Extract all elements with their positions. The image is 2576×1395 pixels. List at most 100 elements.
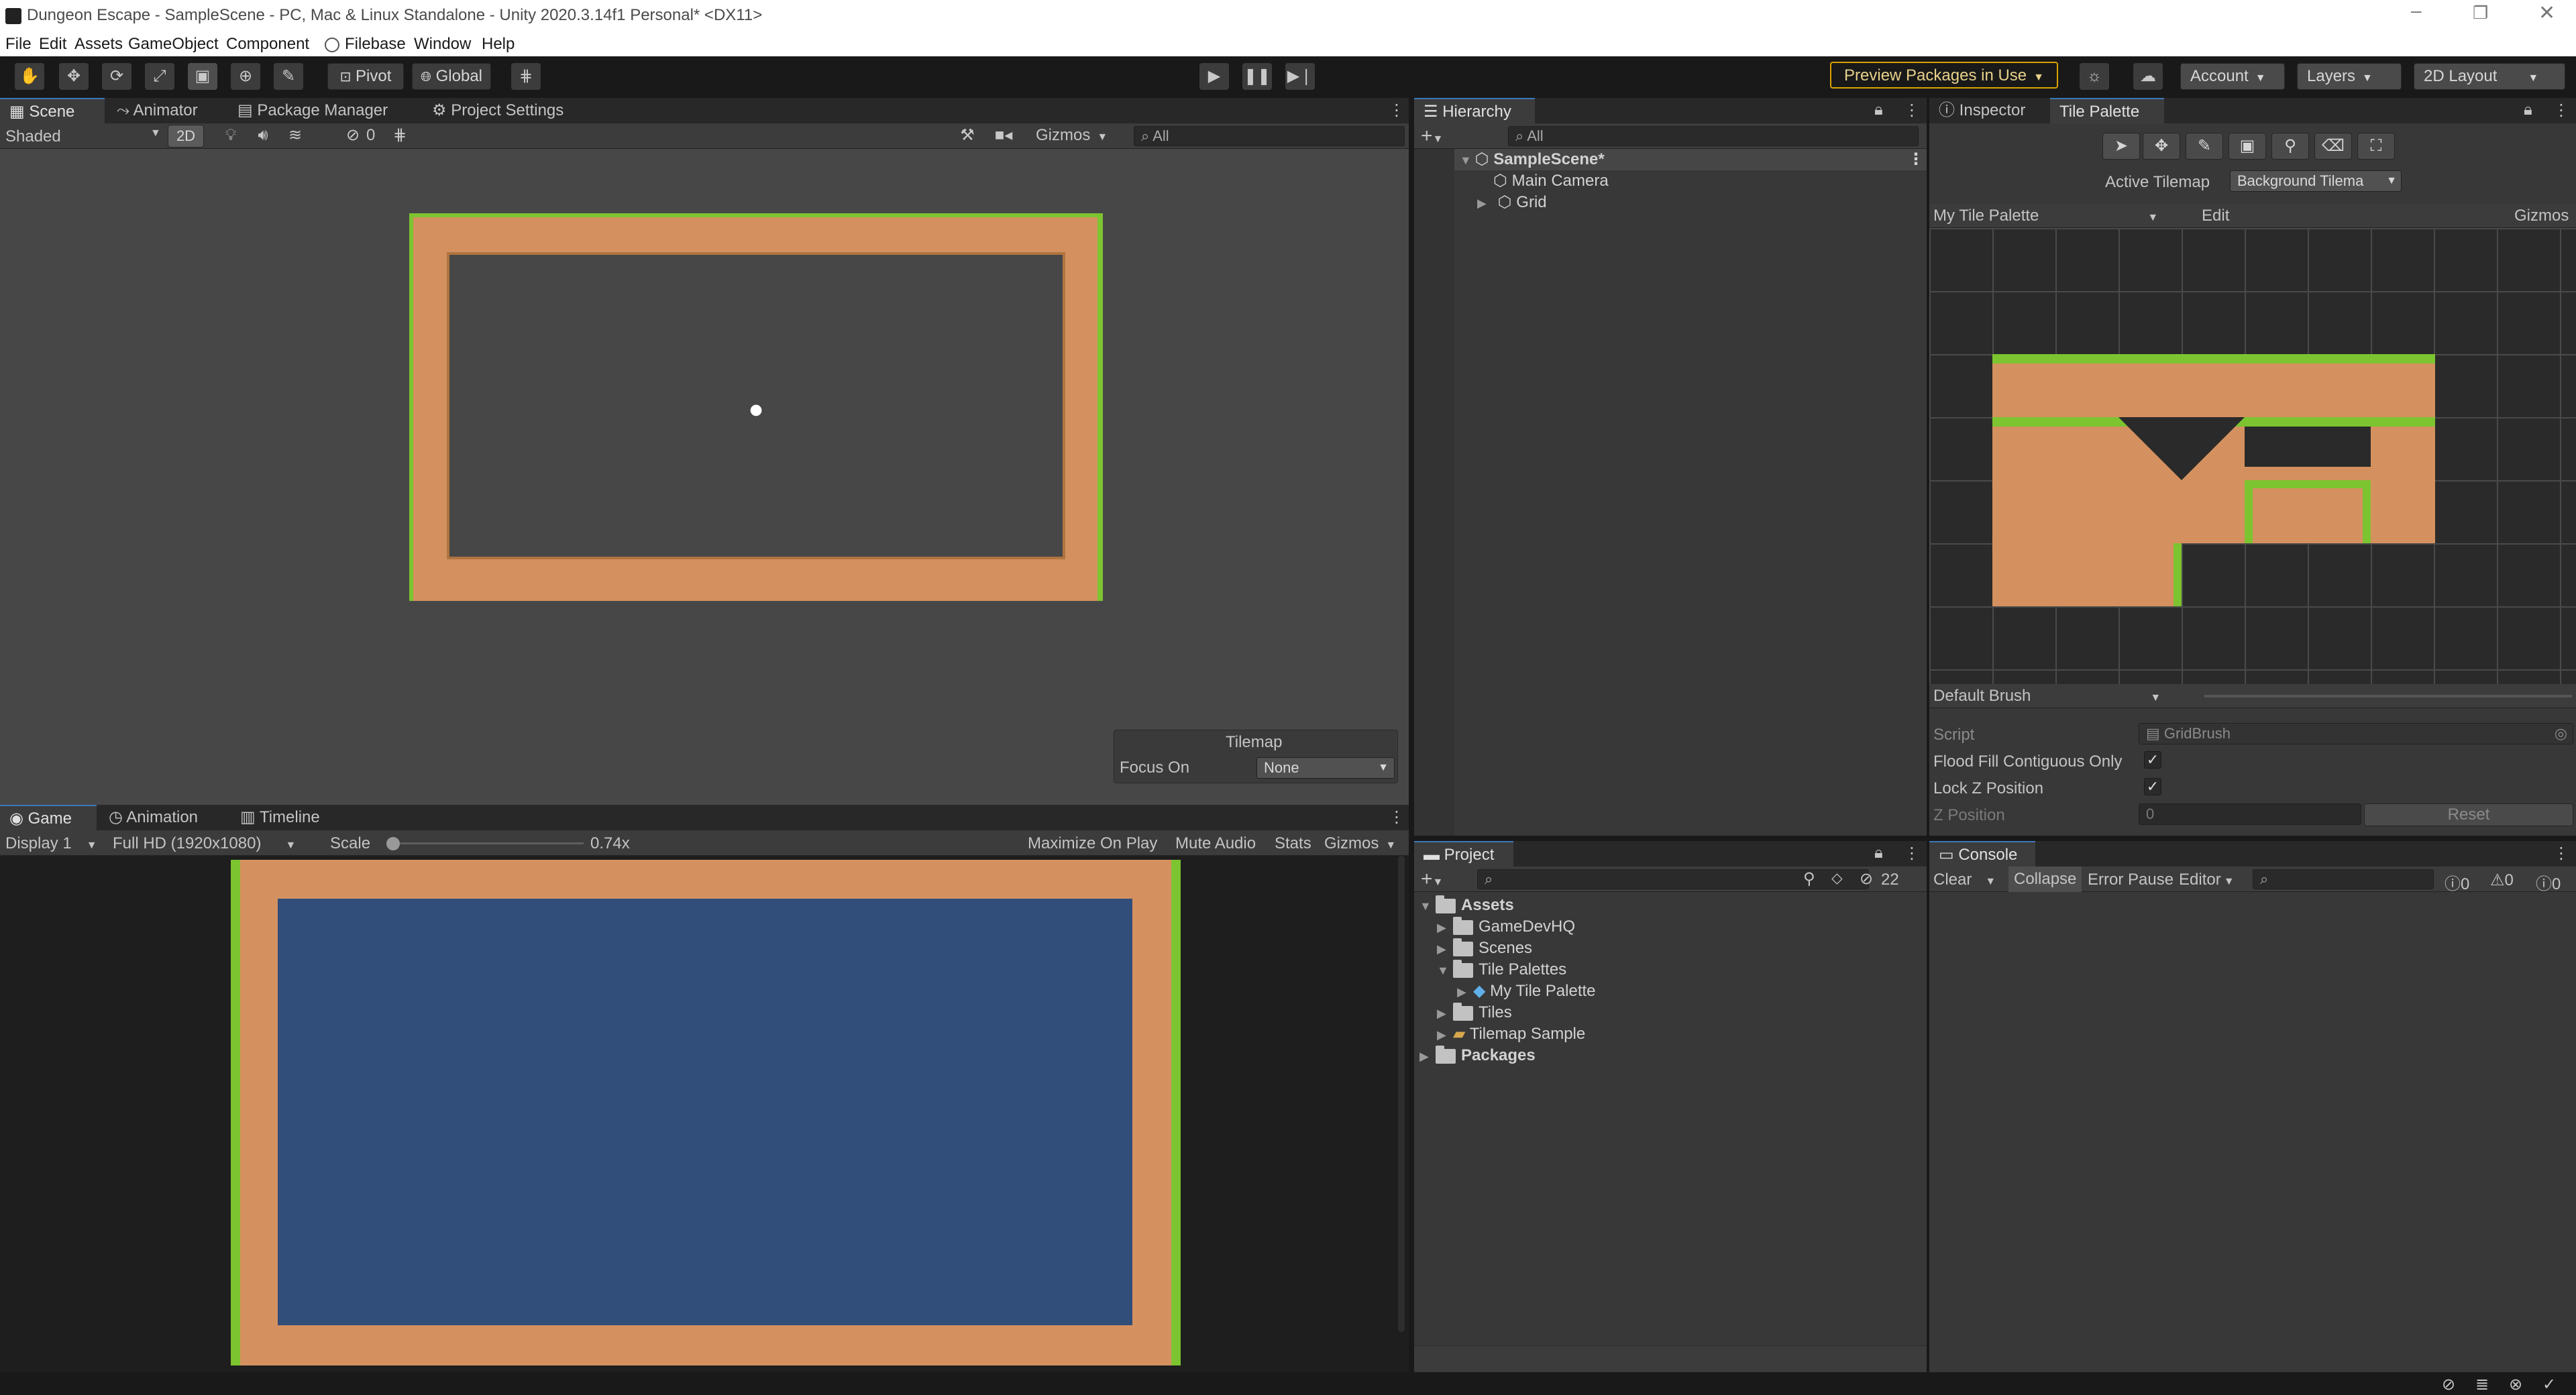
maximize-on-play-toggle[interactable]: Maximize On Play: [1028, 834, 1157, 853]
game-viewport[interactable]: [0, 856, 1409, 1372]
error-pause-toggle[interactable]: Error Pause: [2088, 871, 2174, 889]
console-search-input[interactable]: ⌕: [2253, 869, 2434, 889]
game-scrollbar[interactable]: [1398, 856, 1405, 1332]
game-gizmos-dropdown[interactable]: Gizmos ▼: [1324, 834, 1396, 853]
menu-file[interactable]: File: [5, 35, 32, 54]
palette-grid[interactable]: [1929, 228, 2576, 684]
camera-icon[interactable]: ■◂: [989, 123, 1018, 148]
menu-assets[interactable]: Assets: [74, 35, 123, 54]
menu-gameobject[interactable]: GameObject: [128, 35, 219, 54]
scale-slider-track[interactable]: [386, 837, 584, 850]
menu-help[interactable]: Help: [482, 35, 515, 54]
menu-component[interactable]: Component: [226, 35, 309, 54]
brush-dropdown[interactable]: Default Brush ▼: [1933, 687, 2161, 706]
inspector-console-splitter[interactable]: [1929, 836, 2576, 841]
tools-icon[interactable]: ⚒: [953, 123, 982, 148]
layers-dropdown[interactable]: Layers ▼: [2297, 63, 2402, 90]
tab-game[interactable]: ◉ Game: [0, 805, 97, 830]
palette-dropdown[interactable]: My Tile Palette ▼: [1933, 207, 2158, 225]
auto-generate-icon[interactable]: ⊗: [2509, 1375, 2522, 1394]
maximize-button[interactable]: ❐: [2473, 3, 2489, 23]
tab-project-settings[interactable]: ⚙ Project Settings: [423, 98, 573, 123]
project-assets-row[interactable]: ▼ Assets: [1419, 895, 1514, 916]
audio-icon[interactable]: 🔊︎: [248, 123, 278, 148]
project-folder-tilemap-sample[interactable]: ▶ ▰ Tilemap Sample: [1437, 1023, 1585, 1045]
fill-bucket-icon[interactable]: ⛶: [2357, 133, 2395, 160]
expand-arrow-icon[interactable]: ▶: [1437, 917, 1453, 938]
expand-arrow-icon[interactable]: ▼: [1454, 150, 1472, 171]
hierarchy-project-splitter[interactable]: [1414, 836, 1927, 841]
project-folder-tile-palettes[interactable]: ▼ Tile Palettes: [1437, 959, 1566, 981]
collapse-toggle[interactable]: Collapse: [2008, 867, 2082, 892]
scene-viewport[interactable]: ⚫︎ Tilemap Focus On None ▼: [0, 149, 1409, 805]
error-filter-toggle[interactable]: ⓘ0: [2536, 871, 2561, 894]
tab-tile-palette[interactable]: Tile Palette: [2050, 98, 2164, 123]
hand-tool-icon[interactable]: ✋: [15, 63, 44, 90]
scale-tool-icon[interactable]: ⤢: [145, 63, 174, 90]
pivot-button[interactable]: ⊡ Pivot: [327, 63, 404, 90]
pause-button[interactable]: ❚❚: [1242, 63, 1272, 90]
project-folder-scenes[interactable]: ▶ Scenes: [1437, 938, 1532, 959]
hierarchy-item-grid[interactable]: ▶ ⬡ Grid: [1477, 192, 1547, 213]
custom-tool-icon[interactable]: ✎: [274, 63, 303, 90]
focus-on-dropdown[interactable]: None ▼: [1256, 757, 1395, 779]
filter-type-icon[interactable]: ⚲: [1803, 869, 1815, 889]
layout-dropdown[interactable]: 2D Layout ▼: [2414, 63, 2565, 90]
flood-fill-checkbox[interactable]: ✓: [2144, 751, 2161, 769]
tab-timeline[interactable]: ▥ Timeline: [231, 805, 329, 830]
paint-brush-icon[interactable]: ✎: [2186, 133, 2223, 160]
step-button[interactable]: ▶❘: [1285, 63, 1315, 90]
expand-arrow-icon[interactable]: ▶: [1437, 1003, 1453, 1024]
scene-gizmos-dropdown[interactable]: Gizmos ▼: [1036, 126, 1108, 145]
hierarchy-menu-icon[interactable]: ⋮: [1904, 101, 1920, 120]
console-menu-icon[interactable]: ⋮: [2553, 844, 2569, 863]
palette-edit-button[interactable]: Edit: [2202, 207, 2229, 225]
minimize-button[interactable]: –: [2411, 0, 2427, 21]
inspector-lock-icon[interactable]: 🔒︎: [2524, 101, 2532, 119]
eraser-icon[interactable]: ⌫: [2314, 133, 2352, 160]
log-filter-toggle[interactable]: ⓘ0: [2445, 871, 2469, 894]
tab-animation[interactable]: ◷ Animation: [99, 805, 207, 830]
lock-z-checkbox[interactable]: ✓: [2144, 778, 2161, 795]
effects-icon[interactable]: ≋: [280, 123, 310, 148]
project-folder-tiles[interactable]: ▶ Tiles: [1437, 1002, 1512, 1023]
project-folder-gamedevhq[interactable]: ▶ GameDevHQ: [1437, 916, 1575, 938]
scale-slider-thumb[interactable]: [386, 837, 400, 850]
menu-filebase[interactable]: Filebase: [345, 35, 406, 54]
hierarchy-item-main-camera[interactable]: ⬡ Main Camera: [1493, 170, 1609, 192]
rotate-tool-icon[interactable]: ⟳: [102, 63, 131, 90]
move-tool-icon[interactable]: ✥: [2143, 133, 2180, 160]
tab-scene[interactable]: ▦ Scene: [0, 98, 105, 123]
menu-edit[interactable]: Edit: [39, 35, 66, 54]
snap-grid-icon[interactable]: ⋕: [511, 63, 541, 90]
hidden-objects-icon[interactable]: ⊘: [338, 123, 368, 148]
resolution-dropdown[interactable]: Full HD (1920x1080) ▼: [113, 834, 296, 853]
picker-icon[interactable]: ⚲: [2271, 133, 2309, 160]
scene-panel-menu-icon[interactable]: ⋮: [1389, 101, 1405, 120]
move-tool-icon[interactable]: ✥: [59, 63, 89, 90]
expand-arrow-icon[interactable]: ▶: [1419, 1046, 1436, 1067]
palette-gizmos-button[interactable]: Gizmos: [2514, 207, 2569, 225]
select-tool-icon[interactable]: ➤: [2102, 133, 2140, 160]
cloud-icon[interactable]: ☁: [2133, 63, 2163, 90]
lighting-icon[interactable]: 💡︎: [216, 123, 246, 148]
scene-search-input[interactable]: ⌕ All: [1134, 126, 1405, 146]
debug-icon[interactable]: ⊘: [2442, 1375, 2455, 1394]
tab-animator[interactable]: ⤳ Animator: [107, 98, 207, 123]
account-dropdown[interactable]: Account ▼: [2180, 63, 2285, 90]
menu-window[interactable]: Window: [414, 35, 471, 54]
hierarchy-add-button[interactable]: +▼: [1421, 125, 1443, 148]
expand-arrow-icon[interactable]: ▼: [1419, 895, 1436, 917]
hidden-packages-icon[interactable]: ⊘: [1860, 869, 1873, 889]
hierarchy-scene-row[interactable]: ▼ ⬡ SampleScene* ⋮: [1454, 149, 1927, 170]
active-tilemap-dropdown[interactable]: Background Tilema ▼: [2230, 170, 2402, 192]
warning-filter-toggle[interactable]: ⚠0: [2490, 871, 2514, 890]
project-menu-icon[interactable]: ⋮: [1904, 844, 1920, 863]
mode-2d-toggle[interactable]: 2D: [168, 125, 204, 148]
cache-icon[interactable]: ≣: [2475, 1375, 2489, 1394]
panel-splitter[interactable]: [1409, 98, 1414, 1372]
project-add-button[interactable]: +▼: [1421, 868, 1443, 891]
grid-toggle-icon[interactable]: ⋕: [385, 123, 415, 148]
project-packages-row[interactable]: ▶ Packages: [1419, 1045, 1536, 1066]
expand-arrow-icon[interactable]: ▶: [1437, 938, 1453, 960]
